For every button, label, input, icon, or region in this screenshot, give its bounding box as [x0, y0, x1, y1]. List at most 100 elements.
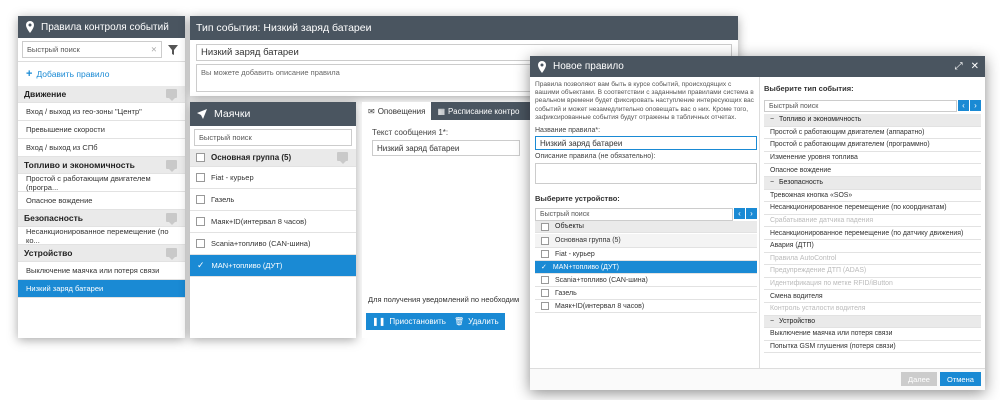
checkbox[interactable] [541, 276, 549, 285]
rules-item[interactable]: Превышение скорости [18, 121, 185, 139]
desc-placeholder: Вы можете добавить описание правила [201, 68, 340, 77]
rules-item[interactable]: Простой с работающим двигателем (програ.… [18, 174, 185, 192]
cancel-button[interactable]: Отмена [940, 372, 981, 386]
rules-group-header[interactable]: Топливо и экономичность [18, 157, 185, 174]
checkbox[interactable] [541, 236, 549, 245]
checkbox[interactable] [196, 173, 205, 182]
event-type-item[interactable]: Попытка GSM глушения (потеря связи) [764, 341, 981, 354]
rules-item[interactable]: Низкий заряд батареи [18, 280, 185, 298]
collapse-icon[interactable]: − [770, 116, 774, 123]
event-label: Контроль усталости водителя [770, 305, 866, 313]
device-group-row[interactable]: Основная группа (5) [535, 234, 757, 249]
event-group-header[interactable]: − Безопасность [764, 176, 981, 190]
comment-icon[interactable] [166, 213, 177, 225]
device-item[interactable]: Маяк+ID(интервал 8 часов) [535, 300, 757, 314]
device-item[interactable]: Fiat - курьер [535, 248, 757, 262]
maximize-icon[interactable]: ⤢ [955, 61, 963, 72]
rules-item[interactable]: Опасное вождение [18, 192, 185, 210]
device-label: MAN+топливо (ДУТ) [552, 263, 620, 271]
rules-item[interactable]: Вход / выход из СПб [18, 139, 185, 157]
event-label: Смена водителя [770, 292, 823, 300]
clear-icon[interactable]: ✕ [151, 45, 157, 54]
checkbox[interactable] [196, 195, 205, 204]
add-rule-label: Добавить правило [36, 69, 110, 79]
rules-group-header[interactable]: Устройство [18, 245, 185, 262]
checkbox[interactable] [541, 250, 549, 259]
beacons-search-input[interactable]: Быстрый поиск [194, 129, 352, 146]
comment-icon[interactable] [166, 160, 177, 172]
event-group-header[interactable]: − Устройство [764, 315, 981, 329]
checkmark-icon[interactable]: ✓ [197, 260, 205, 271]
beacon-item[interactable]: Маяк+ID(интервал 8 часов) [190, 211, 356, 233]
prev-arrow-icon[interactable]: ‹ [734, 208, 745, 220]
beacon-item[interactable]: ✓ MAN+топливо (ДУТ) [190, 255, 356, 277]
button-label: Приостановить [389, 317, 446, 326]
next-arrow-icon[interactable]: › [970, 100, 981, 111]
device-item[interactable]: ✓ MAN+топливо (ДУТ) [535, 261, 757, 275]
checkbox[interactable] [541, 222, 549, 231]
event-type-item[interactable]: Несанкционированное перемещение (по датч… [764, 227, 981, 240]
beacon-label: Scania+топливо (CAN-шина) [211, 239, 311, 248]
prev-arrow-icon[interactable]: ‹ [958, 100, 969, 111]
modal-footer: Далее Отмена [530, 368, 985, 390]
rules-search-input[interactable]: Быстрый поиск ✕ [22, 41, 162, 58]
beacon-item[interactable]: Газель [190, 189, 356, 211]
device-label: Маяк+ID(интервал 8 часов) [555, 302, 645, 310]
comment-icon[interactable] [166, 89, 177, 101]
filter-icon[interactable] [165, 44, 181, 56]
device-item[interactable]: Scania+топливо (CAN-шина) [535, 274, 757, 288]
rule-name-input[interactable]: Низкий заряд батареи [535, 136, 757, 151]
tab-label: Оповещения [377, 106, 426, 116]
rules-item[interactable]: Вход / выход из гео-зоны "Центр" [18, 103, 185, 121]
event-type-item[interactable]: Опасное вождение [764, 164, 981, 177]
comment-icon[interactable] [337, 152, 348, 164]
event-label: Срабатывание датчика падения [770, 217, 874, 225]
next-arrow-icon[interactable]: › [746, 208, 757, 220]
rules-group-header[interactable]: Движение [18, 86, 185, 103]
event-type-item[interactable]: Тревожная кнопка «SOS» [764, 190, 981, 203]
rules-group-header[interactable]: Безопасность [18, 210, 185, 227]
search-placeholder: Быстрый поиск [27, 45, 80, 54]
device-label: Fiat - курьер [555, 250, 595, 258]
event-search-input[interactable]: Быстрый поиск [764, 100, 957, 112]
close-icon[interactable]: ✕ [971, 61, 979, 72]
rule-description-input[interactable] [535, 163, 757, 185]
event-type-item: Правила AutoControl [764, 253, 981, 266]
event-type-item[interactable]: Смена водителя [764, 290, 981, 303]
pause-button[interactable]: ❚❚ Приостановить [366, 313, 452, 330]
checkbox[interactable] [541, 302, 549, 311]
tab-notifications[interactable]: ✉ Оповещения [362, 102, 432, 120]
navigation-arrow-icon [197, 109, 207, 119]
location-pin-icon [538, 60, 546, 73]
collapse-icon[interactable]: − [770, 179, 774, 186]
event-group-header[interactable]: − Топливо и экономичность [764, 114, 981, 127]
device-search-input[interactable]: Быстрый поиск [535, 208, 733, 222]
delete-button[interactable]: 🗑 Удалить [448, 313, 505, 330]
checkbox[interactable] [196, 153, 205, 162]
event-type-item[interactable]: Простой с работающим двигателем (програм… [764, 139, 981, 152]
event-type-item[interactable]: Несанкционированное перемещение (по коор… [764, 202, 981, 215]
rules-title: Правила контроля событий [41, 21, 169, 33]
checkbox[interactable] [541, 289, 549, 298]
event-type-item[interactable]: Простой с работающим двигателем (аппарат… [764, 127, 981, 140]
rules-item[interactable]: Несанкционированное перемещение (по ко..… [18, 227, 185, 245]
beacon-item[interactable]: Scania+топливо (CAN-шина) [190, 233, 356, 255]
device-item[interactable]: Газель [535, 287, 757, 301]
beacons-group-row[interactable]: Основная группа (5) [190, 149, 356, 167]
next-button[interactable]: Далее [901, 372, 937, 386]
rules-panel: Правила контроля событий Быстрый поиск ✕ … [18, 16, 185, 338]
beacon-item[interactable]: Fiat - курьер [190, 167, 356, 189]
event-label: Изменение уровня топлива [770, 154, 858, 162]
collapse-icon[interactable]: − [770, 318, 774, 325]
checkbox[interactable] [196, 239, 205, 248]
add-rule-button[interactable]: + Добавить правило [18, 62, 185, 86]
message-input[interactable]: Низкий заряд батареи [372, 140, 520, 156]
tab-schedule[interactable]: ▦ Расписание контро [431, 102, 525, 120]
checkmark-icon[interactable]: ✓ [541, 263, 547, 271]
comment-icon[interactable] [166, 248, 177, 260]
event-type-item[interactable]: Выключение маячка или потеря связи [764, 328, 981, 341]
event-type-item[interactable]: Авария (ДТП) [764, 240, 981, 253]
event-type-item[interactable]: Изменение уровня топлива [764, 152, 981, 165]
rules-item[interactable]: Выключение маячка или потеря связи [18, 262, 185, 280]
checkbox[interactable] [196, 217, 205, 226]
